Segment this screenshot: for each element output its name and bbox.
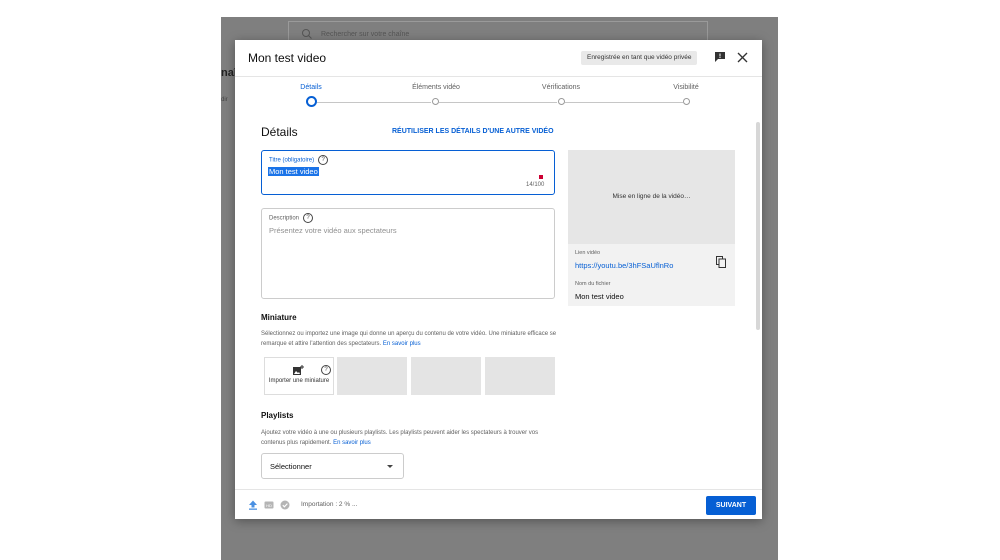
thumbnail-option[interactable] (485, 357, 555, 395)
step-visibility-label[interactable]: Visibilité (646, 84, 726, 91)
filename-label: Nom du fichier (575, 281, 611, 287)
background-side-text: dir (221, 97, 228, 103)
step-checks-dot[interactable] (558, 98, 565, 105)
thumbnail-option[interactable] (337, 357, 407, 395)
step-video-elements-label[interactable]: Éléments vidéo (396, 84, 476, 91)
feedback-icon[interactable] (714, 51, 726, 63)
help-icon[interactable]: ? (318, 155, 329, 165)
svg-text:HD: HD (266, 503, 272, 508)
saved-status-badge: Enregistrée en tant que vidéo privée (581, 51, 698, 65)
next-button[interactable]: SUIVANT (706, 496, 756, 515)
thumbnail-option[interactable] (411, 357, 481, 395)
check-circle-icon (280, 500, 290, 510)
video-info-panel: Lien vidéo https://youtu.be/3hFSaUflnRo … (568, 244, 735, 306)
thumbnail-learn-more-link[interactable]: En savoir plus (383, 341, 421, 347)
description-field-label: Description? (269, 213, 314, 223)
playlist-select-value: Sélectionner (270, 462, 312, 471)
step-connector (439, 102, 557, 103)
help-icon[interactable]: ? (303, 213, 314, 223)
title-input-value[interactable]: Mon test video (268, 167, 319, 176)
step-details-dot[interactable] (306, 96, 317, 107)
upload-dialog: Mon test video Enregistrée en tant que v… (235, 40, 762, 519)
chevron-down-icon (387, 465, 393, 468)
hd-icon: HD (264, 501, 274, 509)
description-field[interactable]: Description? Présentez votre vidéo aux s… (261, 208, 555, 299)
copy-icon[interactable] (716, 256, 726, 268)
title-field-label: Titre (obligatoire)? (269, 155, 329, 165)
step-connector (565, 102, 683, 103)
title-char-counter: 14/100 (526, 182, 545, 188)
search-icon (302, 29, 312, 39)
spellcheck-marker (539, 175, 543, 179)
details-heading: Détails (261, 125, 298, 139)
step-visibility-dot[interactable] (683, 98, 690, 105)
add-image-icon (293, 365, 304, 375)
dialog-footer: HD Importation : 2 % ... SUIVANT (235, 489, 762, 520)
video-preview: Mise en ligne de la vidéo… (568, 150, 735, 244)
title-field[interactable]: Titre (obligatoire)? Mon test video 14/1… (261, 150, 555, 195)
reuse-details-link[interactable]: RÉUTILISER LES DÉTAILS D'UNE AUTRE VIDÉO (392, 128, 554, 135)
help-icon[interactable]: ? (321, 365, 331, 375)
playlist-select[interactable]: Sélectionner (261, 453, 404, 479)
description-placeholder[interactable]: Présentez votre vidéo aux spectateurs (269, 226, 397, 235)
background-search-placeholder: Rechercher sur votre chaîne (321, 31, 410, 38)
close-icon[interactable] (737, 52, 748, 63)
video-link-label: Lien vidéo (575, 250, 601, 256)
thumbnail-description: Sélectionnez ou importez une image qui d… (261, 331, 557, 347)
playlists-description: Ajoutez votre vidéo à une ou plusieurs p… (261, 430, 539, 446)
upload-icon (249, 500, 257, 510)
step-details-label[interactable]: Détails (271, 84, 351, 91)
upload-thumbnail-label: Importer une miniature (268, 378, 330, 384)
upload-status-text: Mise en ligne de la vidéo… (612, 193, 691, 200)
upload-thumbnail-button[interactable]: ? Importer une miniature (264, 357, 334, 395)
playlists-heading: Playlists (261, 411, 294, 420)
video-link[interactable]: https://youtu.be/3hFSaUflnRo (575, 261, 673, 270)
playlists-learn-more-link[interactable]: En savoir plus (333, 440, 371, 446)
step-checks-label[interactable]: Vérifications (521, 84, 601, 91)
step-video-elements-dot[interactable] (432, 98, 439, 105)
step-connector (317, 102, 431, 103)
dialog-title: Mon test video (248, 51, 327, 65)
dialog-header: Mon test video Enregistrée en tant que v… (235, 40, 762, 77)
filename-value: Mon test video (575, 292, 624, 301)
upload-progress-text: Importation : 2 % ... (301, 501, 358, 508)
thumbnail-heading: Miniature (261, 313, 297, 322)
scrollbar[interactable] (756, 122, 760, 330)
upload-stepper: Détails Éléments vidéo Vérifications Vis… (235, 77, 762, 115)
